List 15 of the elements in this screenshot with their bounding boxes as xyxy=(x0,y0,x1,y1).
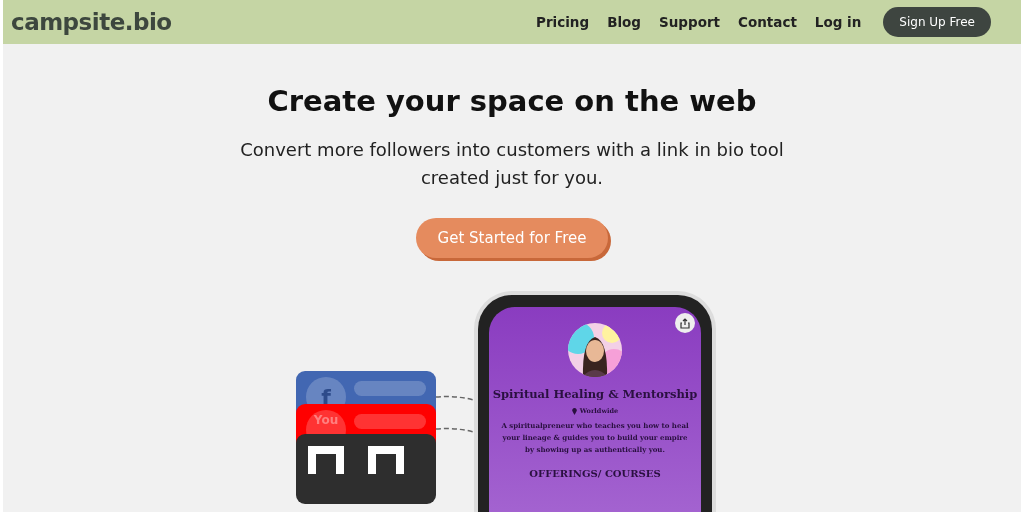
nav-link[interactable]: Log in xyxy=(814,14,862,30)
nav-link[interactable]: Blog xyxy=(607,14,641,30)
section-heading: OFFERINGS/ COURSES xyxy=(529,468,661,479)
nav-link[interactable]: Support xyxy=(659,14,721,30)
hero-title: Create your space on the web xyxy=(267,84,757,118)
location-pin-icon xyxy=(571,407,577,415)
link-placeholder xyxy=(354,414,426,429)
share-icon[interactable] xyxy=(675,313,695,333)
nav-link[interactable]: Contact xyxy=(738,14,797,30)
logo[interactable]: campsite.bio xyxy=(11,9,172,35)
link-placeholder xyxy=(354,381,426,396)
nav-link[interactable]: Pricing xyxy=(536,14,590,30)
sign-up-button[interactable]: Sign Up Free xyxy=(883,7,991,37)
hero-subtitle: Convert more followers into customers with a link in bio tool created just for you. xyxy=(239,138,785,190)
profile-title: Spiritual Healing & Mentorship xyxy=(492,387,698,401)
